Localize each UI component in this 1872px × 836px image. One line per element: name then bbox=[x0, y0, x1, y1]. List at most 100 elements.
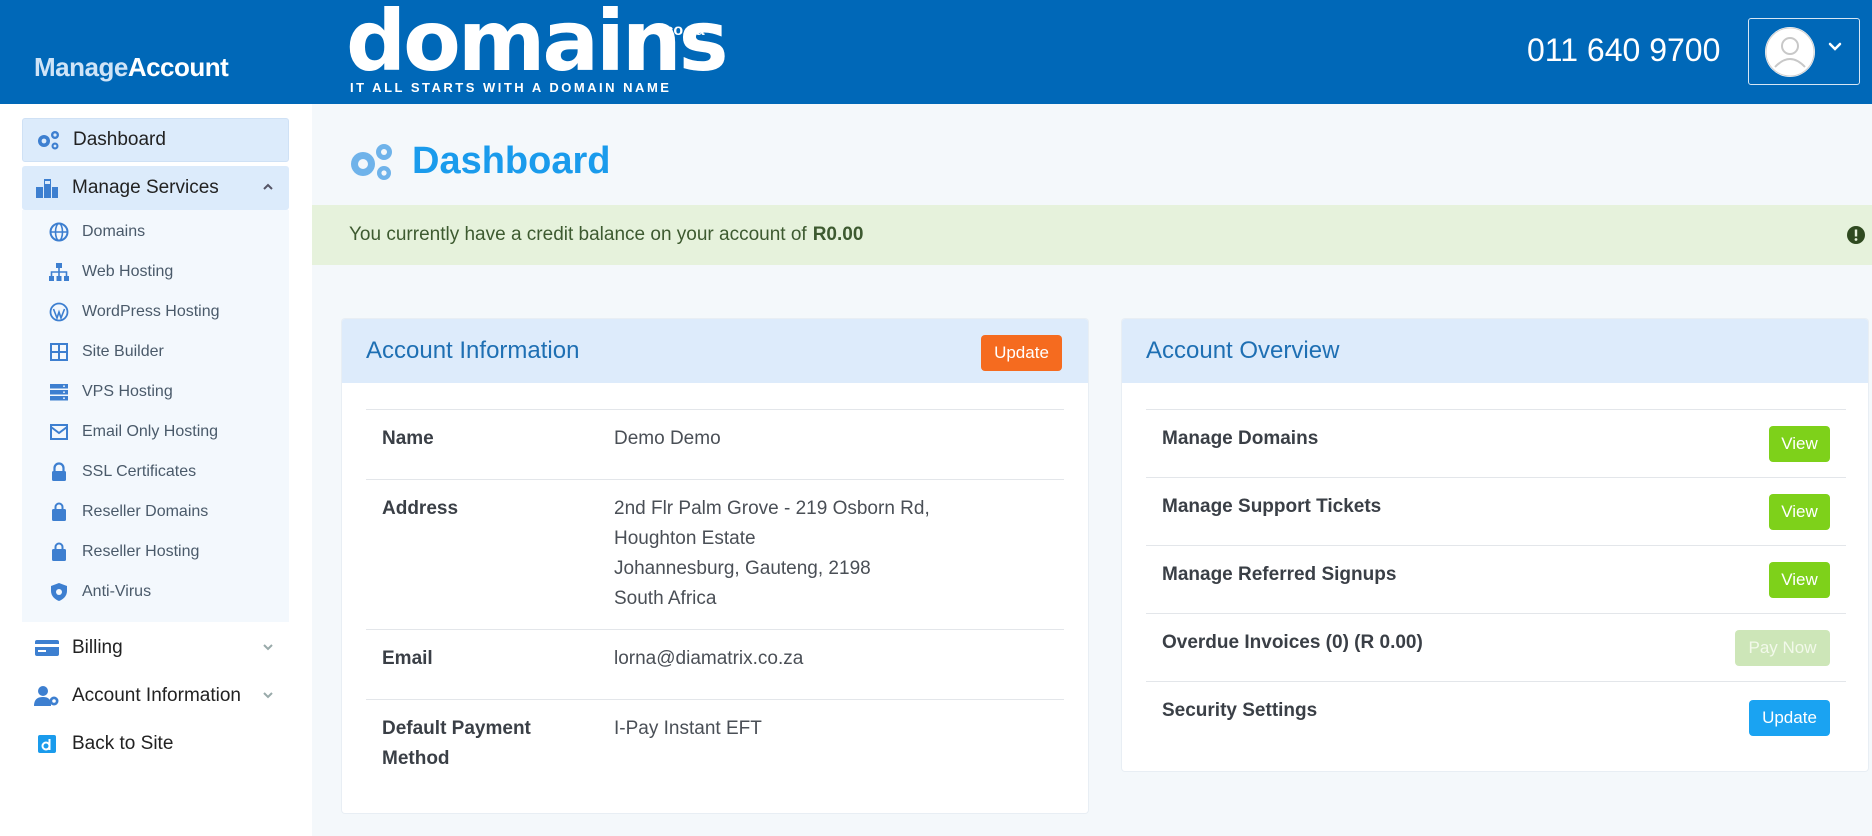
sidebar-subitem-label: SSL Certificates bbox=[82, 463, 197, 480]
sidebar-subitem-label: Reseller Hosting bbox=[82, 543, 200, 560]
address-line-3: Johannesburg, Gauteng, 2198 bbox=[614, 558, 871, 579]
account-information-card: Account Information Update Name Demo Dem… bbox=[342, 319, 1088, 813]
sidebar-subitem-web-hosting[interactable]: Web Hosting bbox=[22, 252, 289, 292]
view-support-tickets-button[interactable]: View bbox=[1769, 494, 1830, 530]
sidebar-item-label: Manage Services bbox=[72, 177, 219, 198]
overview-row-label: Manage Support Tickets bbox=[1162, 496, 1382, 517]
table-row: Default Payment Method I-Pay Instant EFT bbox=[366, 699, 1064, 789]
server-icon bbox=[48, 381, 70, 403]
address-line-1: 2nd Flr Palm Grove - 219 Osborn Rd, bbox=[614, 498, 930, 519]
exclamation-circle-icon bbox=[1847, 226, 1865, 244]
domains-d-icon bbox=[34, 731, 60, 757]
sidebar-item-manage-services[interactable]: Manage Services bbox=[22, 166, 289, 210]
brand-account-text: Account bbox=[127, 52, 229, 82]
page-title: Dashboard bbox=[412, 140, 611, 182]
grid-icon bbox=[48, 341, 70, 363]
update-account-button[interactable]: Update bbox=[981, 335, 1062, 371]
sidebar-subitem-vps-hosting[interactable]: VPS Hosting bbox=[22, 372, 289, 412]
sidebar-subitem-wordpress-hosting[interactable]: WordPress Hosting bbox=[22, 292, 289, 332]
pay-now-button[interactable]: Pay Now bbox=[1735, 630, 1830, 666]
sidebar-subitem-label: Email Only Hosting bbox=[82, 423, 219, 440]
sidebar-item-billing[interactable]: Billing bbox=[22, 626, 289, 670]
logo-word: domains bbox=[346, 0, 729, 90]
wordpress-icon bbox=[48, 301, 70, 323]
sidebar-subitem-site-builder[interactable]: Site Builder bbox=[22, 332, 289, 372]
sidebar-item-dashboard[interactable]: Dashboard bbox=[22, 118, 289, 162]
overview-row-manage-domains: Manage Domains View bbox=[1146, 409, 1846, 477]
view-referred-signups-button[interactable]: View bbox=[1769, 562, 1830, 598]
avatar bbox=[1765, 27, 1815, 77]
lock-icon bbox=[48, 461, 70, 483]
credit-balance-amount: R0.00 bbox=[812, 224, 864, 245]
card-header: Account Information Update bbox=[342, 319, 1088, 383]
sidebar-subitem-label: Reseller Domains bbox=[82, 503, 209, 520]
top-header: ManageAccount domains .co.za IT ALL STAR… bbox=[0, 0, 1872, 104]
sidebar-subitem-label: VPS Hosting bbox=[82, 383, 173, 400]
domains-logo[interactable]: domains .co.za IT ALL STARTS WITH A DOMA… bbox=[346, 0, 729, 95]
gears-icon bbox=[351, 143, 392, 180]
logo-tld: .co.za bbox=[660, 22, 705, 39]
user-cog-icon bbox=[34, 683, 60, 709]
shopping-bag-icon bbox=[48, 541, 70, 563]
sidebar-subitem-label: Site Builder bbox=[82, 343, 164, 360]
overview-row-overdue-invoices: Overdue Invoices (0) (R 0.00) Pay Now bbox=[1146, 613, 1846, 681]
overview-row-label: Manage Referred Signups bbox=[1162, 564, 1397, 585]
sidebar-item-label: Dashboard bbox=[73, 129, 166, 150]
sidebar-subitem-anti-virus[interactable]: Anti-Virus bbox=[22, 572, 289, 612]
overview-row-support-tickets: Manage Support Tickets View bbox=[1146, 477, 1846, 545]
phone-number[interactable]: 011 640 9700 bbox=[1527, 32, 1720, 69]
address-line-4: South Africa bbox=[614, 588, 717, 609]
overview-row-label: Manage Domains bbox=[1162, 428, 1319, 449]
user-avatar-icon bbox=[1765, 27, 1815, 77]
table-row: Name Demo Demo bbox=[366, 409, 1064, 479]
overview-row-security-settings: Security Settings Update bbox=[1146, 681, 1846, 749]
view-domains-button[interactable]: View bbox=[1769, 426, 1830, 462]
sidebar-subitem-label: Domains bbox=[82, 223, 146, 240]
sidebar-subitem-reseller-hosting[interactable]: Reseller Hosting bbox=[22, 532, 289, 572]
sidebar-subitem-ssl-certificates[interactable]: SSL Certificates bbox=[22, 452, 289, 492]
chevron-down-icon bbox=[263, 692, 273, 699]
email-label: Email bbox=[382, 648, 433, 669]
sidebar-subitem-email-only-hosting[interactable]: Email Only Hosting bbox=[22, 412, 289, 452]
payment-method-value: I-Pay Instant EFT bbox=[614, 718, 762, 739]
email-value: lorna@diamatrix.co.za bbox=[614, 648, 804, 669]
shopping-bag-icon bbox=[48, 501, 70, 523]
boxes-icon bbox=[34, 175, 60, 201]
card-title: Account Overview bbox=[1146, 337, 1340, 364]
sidebar-item-label: Billing bbox=[72, 637, 123, 658]
overview-row-label: Security Settings bbox=[1162, 700, 1318, 721]
payment-method-label-2: Method bbox=[382, 748, 450, 769]
sidebar-item-back-to-site[interactable]: Back to Site bbox=[22, 722, 289, 766]
page-heading: Dashboard bbox=[346, 140, 610, 183]
sidebar-item-account-information[interactable]: Account Information bbox=[22, 674, 289, 718]
sidebar-subitem-label: Anti-Virus bbox=[82, 583, 152, 600]
name-value: Demo Demo bbox=[614, 428, 721, 449]
overview-row-label: Overdue Invoices (0) (R 0.00) bbox=[1162, 632, 1423, 653]
sitemap-icon bbox=[48, 261, 70, 283]
globe-icon bbox=[48, 221, 70, 243]
address-line-2: Houghton Estate bbox=[614, 528, 756, 549]
chevron-down-icon bbox=[1828, 42, 1842, 51]
manage-account-brand[interactable]: ManageAccount bbox=[34, 52, 229, 83]
chevron-up-icon bbox=[263, 183, 273, 190]
credit-balance-alert: You currently have a credit balance on y… bbox=[312, 205, 1872, 265]
table-row: Email lorna@diamatrix.co.za bbox=[366, 629, 1064, 699]
sidebar-subitem-domains[interactable]: Domains bbox=[22, 212, 289, 252]
card-header: Account Overview bbox=[1122, 319, 1868, 383]
sidebar-item-label: Back to Site bbox=[72, 733, 174, 754]
table-row: Address 2nd Flr Palm Grove - 219 Osborn … bbox=[366, 479, 1064, 629]
payment-method-label: Default Payment bbox=[382, 718, 531, 739]
shield-icon bbox=[48, 581, 70, 603]
sidebar-subitem-reseller-domains[interactable]: Reseller Domains bbox=[22, 492, 289, 532]
logo-tagline: IT ALL STARTS WITH A DOMAIN NAME bbox=[350, 80, 672, 95]
brand-manage-text: Manage bbox=[34, 52, 128, 82]
name-label: Name bbox=[382, 428, 434, 449]
update-security-button[interactable]: Update bbox=[1749, 700, 1830, 736]
user-menu-button[interactable] bbox=[1748, 18, 1860, 85]
overview-row-referred-signups: Manage Referred Signups View bbox=[1146, 545, 1846, 613]
envelope-icon bbox=[48, 421, 70, 443]
alert-text: You currently have a credit balance on y… bbox=[349, 224, 807, 245]
gears-icon bbox=[35, 127, 61, 153]
account-overview-card: Account Overview Manage Domains View Man… bbox=[1122, 319, 1868, 771]
sidebar-subitem-label: Web Hosting bbox=[82, 263, 174, 280]
